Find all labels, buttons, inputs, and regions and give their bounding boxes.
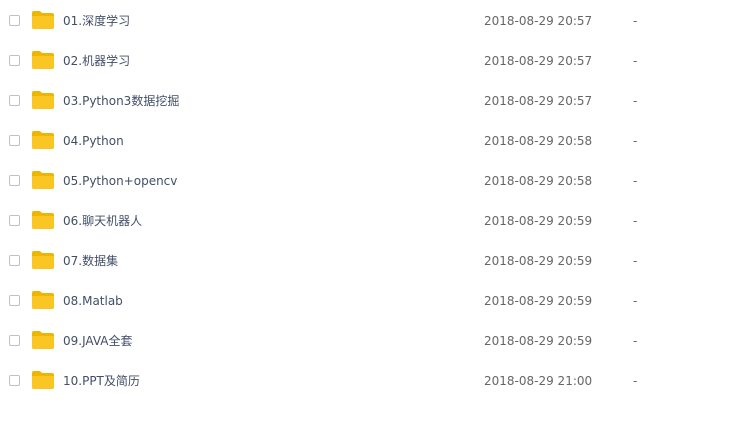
file-row[interactable]: 01.深度学习 2018-08-29 20:57 - <box>0 1 736 41</box>
row-checkbox[interactable] <box>9 335 20 346</box>
folder-icon <box>32 11 54 29</box>
file-modified-date: 2018-08-29 20:58 <box>484 134 593 148</box>
file-name[interactable]: 08.Matlab <box>63 293 123 309</box>
row-checkbox[interactable] <box>9 175 20 186</box>
file-modified-date: 2018-08-29 20:57 <box>484 14 593 28</box>
file-modified-date: 2018-08-29 20:57 <box>484 54 593 68</box>
file-row[interactable]: 04.Python 2018-08-29 20:58 - <box>0 121 736 161</box>
file-modified-date: 2018-08-29 20:59 <box>484 294 593 308</box>
file-name[interactable]: 07.数据集 <box>63 253 118 269</box>
file-row[interactable]: 09.JAVA全套 2018-08-29 20:59 - <box>0 321 736 361</box>
row-checkbox[interactable] <box>9 15 20 26</box>
file-name[interactable]: 06.聊天机器人 <box>63 213 142 229</box>
folder-icon <box>32 91 54 109</box>
file-name[interactable]: 03.Python3数据挖掘 <box>63 93 179 109</box>
row-checkbox[interactable] <box>9 95 20 106</box>
file-size: - <box>633 94 638 108</box>
row-checkbox[interactable] <box>9 295 20 306</box>
file-row[interactable]: 02.机器学习 2018-08-29 20:57 - <box>0 41 736 81</box>
folder-icon <box>32 131 54 149</box>
row-checkbox[interactable] <box>9 255 20 266</box>
file-modified-date: 2018-08-29 20:59 <box>484 214 593 228</box>
file-row[interactable]: 08.Matlab 2018-08-29 20:59 - <box>0 281 736 321</box>
file-size: - <box>633 14 638 28</box>
file-modified-date: 2018-08-29 20:59 <box>484 254 593 268</box>
file-name[interactable]: 04.Python <box>63 133 124 149</box>
folder-icon <box>32 331 54 349</box>
file-modified-date: 2018-08-29 20:59 <box>484 334 593 348</box>
folder-icon <box>32 211 54 229</box>
file-name[interactable]: 02.机器学习 <box>63 53 130 69</box>
file-size: - <box>633 134 638 148</box>
file-row[interactable]: 06.聊天机器人 2018-08-29 20:59 - <box>0 201 736 241</box>
row-checkbox[interactable] <box>9 215 20 226</box>
file-modified-date: 2018-08-29 20:58 <box>484 174 593 188</box>
file-size: - <box>633 374 638 388</box>
row-checkbox[interactable] <box>9 55 20 66</box>
file-size: - <box>633 334 638 348</box>
folder-icon <box>32 171 54 189</box>
folder-icon <box>32 251 54 269</box>
row-checkbox[interactable] <box>9 375 20 386</box>
file-row[interactable]: 07.数据集 2018-08-29 20:59 - <box>0 241 736 281</box>
file-modified-date: 2018-08-29 21:00 <box>484 374 593 388</box>
file-name[interactable]: 10.PPT及简历 <box>63 373 140 389</box>
file-size: - <box>633 214 638 228</box>
folder-icon <box>32 291 54 309</box>
file-list: 01.深度学习 2018-08-29 20:57 - 02.机器学习 2018-… <box>0 0 736 426</box>
file-name[interactable]: 01.深度学习 <box>63 13 130 29</box>
file-row[interactable]: 03.Python3数据挖掘 2018-08-29 20:57 - <box>0 81 736 121</box>
folder-icon <box>32 371 54 389</box>
file-size: - <box>633 174 638 188</box>
file-size: - <box>633 254 638 268</box>
file-name[interactable]: 05.Python+opencv <box>63 173 177 189</box>
row-checkbox[interactable] <box>9 135 20 146</box>
file-size: - <box>633 54 638 68</box>
file-row[interactable]: 05.Python+opencv 2018-08-29 20:58 - <box>0 161 736 201</box>
file-size: - <box>633 294 638 308</box>
file-name[interactable]: 09.JAVA全套 <box>63 333 133 349</box>
file-row[interactable]: 10.PPT及简历 2018-08-29 21:00 - <box>0 361 736 401</box>
folder-icon <box>32 51 54 69</box>
file-modified-date: 2018-08-29 20:57 <box>484 94 593 108</box>
